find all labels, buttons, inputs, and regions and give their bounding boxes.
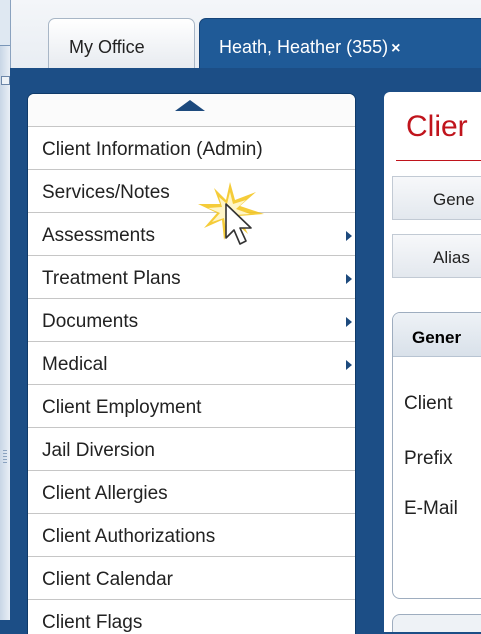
menu-item-label: Medical bbox=[42, 354, 108, 375]
field-label-client: Client bbox=[404, 393, 453, 414]
field-label-prefix: Prefix bbox=[404, 448, 453, 469]
menu-item-client-authorizations[interactable]: Client Authorizations bbox=[28, 514, 355, 557]
submenu-arrow-icon bbox=[346, 360, 352, 370]
pin-icon[interactable] bbox=[1, 76, 10, 85]
content-area: Clier Gene Alias Gener Client Prefix E-M… bbox=[384, 92, 481, 632]
menu-item-label: Client Calendar bbox=[42, 569, 173, 590]
tab-my-office[interactable]: My Office bbox=[48, 18, 195, 68]
grip-icon[interactable] bbox=[3, 450, 7, 464]
tab-label: My Office bbox=[69, 37, 145, 57]
splitter-top-handle[interactable] bbox=[0, 0, 10, 46]
panel-title: Gener bbox=[393, 313, 481, 357]
submenu-arrow-icon bbox=[346, 317, 352, 327]
page-title: Clier bbox=[406, 110, 468, 143]
menu-item-client-allergies[interactable]: Client Allergies bbox=[28, 471, 355, 514]
subtab-alias[interactable]: Alias bbox=[392, 234, 481, 278]
subtab-general[interactable]: Gene bbox=[392, 176, 481, 220]
close-icon[interactable]: × bbox=[391, 40, 400, 57]
secondary-panel bbox=[392, 614, 481, 632]
up-arrow-icon[interactable] bbox=[175, 100, 205, 111]
menu-scroll-up-button[interactable] bbox=[28, 94, 355, 127]
tab-client-record[interactable]: Heath, Heather (355) × bbox=[199, 18, 481, 68]
submenu-arrow-icon bbox=[346, 274, 352, 284]
menu-item-client-information-admin[interactable]: Client Information (Admin) bbox=[28, 127, 355, 170]
menu-item-label: Jail Diversion bbox=[42, 440, 155, 461]
menu-item-jail-diversion[interactable]: Jail Diversion bbox=[28, 428, 355, 471]
tab-label: Heath, Heather (355) bbox=[219, 37, 389, 57]
menu-item-assessments[interactable]: Assessments bbox=[28, 213, 355, 256]
menu-item-label: Assessments bbox=[42, 225, 155, 246]
menu-item-treatment-plans[interactable]: Treatment Plans bbox=[28, 256, 355, 299]
menu-item-client-calendar[interactable]: Client Calendar bbox=[28, 557, 355, 600]
menu-item-client-employment[interactable]: Client Employment bbox=[28, 385, 355, 428]
menu-item-label: Client Authorizations bbox=[42, 526, 216, 547]
menu-item-label: Client Allergies bbox=[42, 483, 168, 504]
field-label-email: E-Mail bbox=[404, 498, 458, 519]
menu-item-label: Treatment Plans bbox=[42, 268, 181, 289]
menu-item-label: Client Flags bbox=[42, 612, 143, 633]
menu-item-documents[interactable]: Documents bbox=[28, 299, 355, 342]
menu-item-client-flags[interactable]: Client Flags bbox=[28, 600, 355, 634]
client-menu: Client Information (Admin) Services/Notes… bbox=[28, 94, 355, 634]
submenu-arrow-icon bbox=[346, 231, 352, 241]
menu-item-label: Client Employment bbox=[42, 397, 202, 418]
title-divider bbox=[396, 160, 481, 161]
menu-item-label: Client Information (Admin) bbox=[42, 139, 263, 160]
mouse-pointer-icon bbox=[198, 182, 264, 245]
menu-item-medical[interactable]: Medical bbox=[28, 342, 355, 385]
menu-item-label: Documents bbox=[42, 311, 139, 332]
menu-item-services-notes[interactable]: Services/Notes bbox=[28, 170, 355, 213]
menu-item-label: Services/Notes bbox=[42, 182, 170, 203]
